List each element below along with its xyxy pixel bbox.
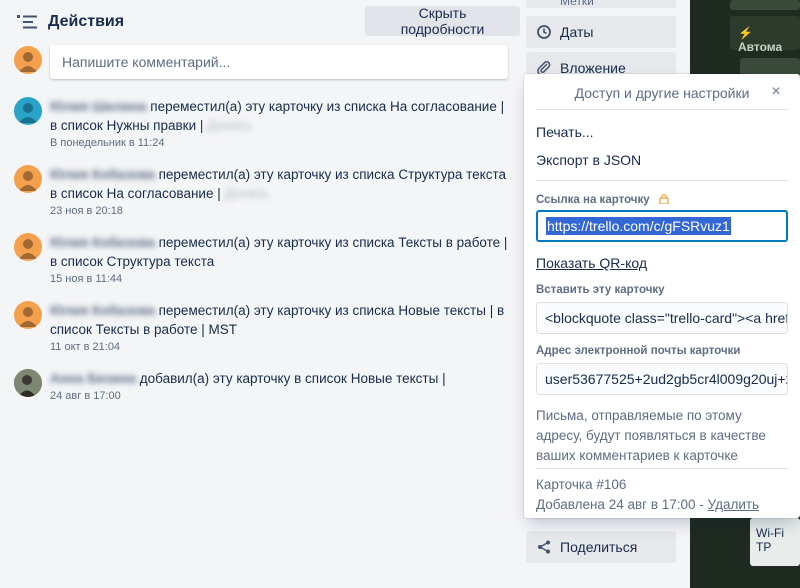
sidebar-share-button[interactable]: Поделиться [526,531,676,563]
board-card[interactable]: Wi-Fi ТР [750,518,800,566]
popover-header: Доступ и другие настройки × [536,74,788,110]
activity-trail: Донать [224,186,270,201]
avatar[interactable] [14,97,42,125]
activity-entry-text: Юлия Кобазова переместил(а) эту карточку… [50,301,510,355]
user-silhouette-icon [19,307,37,327]
activity-timestamp[interactable]: В понедельник в 11:24 [50,136,510,151]
avatar[interactable] [14,233,42,261]
avatar[interactable] [14,301,42,329]
board-automation-button[interactable]: ⚡ Автома [730,16,800,54]
activity-entry-text: Анна Бизина добавил(а) эту карточку в сп… [50,369,510,404]
sidebar-share-label: Поделиться [560,539,638,555]
divider [536,180,788,181]
sidebar-labels-label: Метки [560,0,594,8]
user-silhouette-icon [19,239,37,259]
card-added-info: Добавлена 24 авг в 17:00 - Удалить [536,497,759,512]
user-silhouette-icon [19,52,37,72]
card-email-input[interactable]: user53677525+2ud2gb5cr4l009g20uj+2w [536,363,788,395]
user-silhouette-icon [19,103,37,123]
activity-action: переместил(а) эту карточку из списка Тек… [158,235,508,250]
user-photo-icon [14,369,42,397]
activity-entry-text: Юлия Кобазова переместил(а) эту карточку… [50,233,510,287]
embed-card-label: Вставить эту карточку [536,284,665,296]
activity-header: Действия [16,10,124,34]
hide-details-button[interactable]: Скрыть подробности [365,5,520,37]
activity-action: добавил(а) эту карточку в список Новые т… [139,371,446,386]
embed-code-input[interactable]: <blockquote class="trello-card"><a href= [536,302,788,334]
activity-trail: в список Структура текста [50,254,215,269]
close-icon[interactable]: × [766,82,786,102]
sidebar-dates-label: Даты [560,24,594,40]
share-settings-popover: Доступ и другие настройки × Печать... Эк… [524,74,800,518]
activity-user[interactable]: Юлия Кобазова [50,235,155,250]
print-menu-item[interactable]: Печать... [536,124,594,140]
email-note: Письма, отправляемые по этому адресу, бу… [536,408,766,463]
comment-input[interactable]: Напишите комментарий... [50,45,508,79]
activity-timestamp[interactable]: 11 окт в 21:04 [50,340,510,355]
activity-action: переместил(а) эту карточку из списка Нов… [158,303,494,318]
avatar[interactable] [14,165,42,193]
board-card-label: Wi-Fi ТР [756,526,784,554]
activity-user[interactable]: Анна Бизина [50,371,136,386]
activity-list-icon [17,15,37,29]
card-number: Карточка #106 [536,477,627,492]
board-card[interactable] [730,0,800,10]
activity-entry-text: Юлия Кобазова переместил(а) эту карточку… [50,165,510,219]
user-silhouette-icon [19,171,37,191]
activity-timestamp[interactable]: 15 ноя в 11:44 [50,272,510,287]
card-link-value: https://trello.com/c/gFSRvuz1 [546,217,731,235]
show-qr-link[interactable]: Показать QR-код [536,255,647,271]
sidebar-labels-button[interactable]: Метки [526,0,676,8]
activity-user[interactable]: Юлия Кобазова [50,167,155,182]
sidebar-dates-button[interactable]: Даты [526,16,676,48]
activity-title: Действия [48,13,125,30]
delete-card-link[interactable]: Удалить [708,497,760,512]
activity-timestamp[interactable]: 23 ноя в 20:18 [50,204,510,219]
activity-entry-text: Юлия Шилина переместил(а) эту карточку и… [50,97,510,151]
export-json-menu-item[interactable]: Экспорт в JSON [536,152,641,168]
activity-panel: Действия Скрыть подробности Напишите ком… [0,0,520,588]
activity-user[interactable]: Юлия Шилина [50,99,147,114]
avatar[interactable] [14,46,42,74]
share-icon [538,540,550,554]
board-automation-label: ⚡ Автома [738,26,783,54]
clock-icon [537,25,551,39]
activity-trail: Донать [207,118,252,133]
lock-icon [659,193,669,204]
popover-title: Доступ и другие настройки [574,84,750,101]
activity-timestamp[interactable]: 24 авг в 17:00 [50,389,510,404]
card-link-input[interactable]: https://trello.com/c/gFSRvuz1 [536,210,788,242]
activity-user[interactable]: Юлия Кобазова [50,303,155,318]
card-added-text: Добавлена 24 авг в 17:00 - [536,497,704,512]
card-email-label: Адрес электронной почты карточки [536,345,741,357]
divider [536,468,788,469]
card-link-label: Ссылка на карточку [536,193,669,206]
avatar[interactable] [14,369,42,397]
